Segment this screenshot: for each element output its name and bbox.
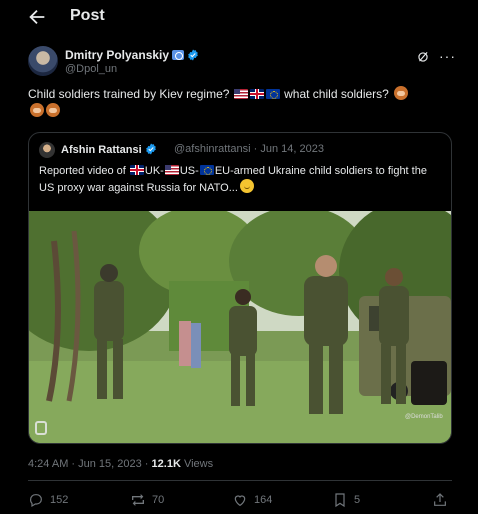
quoted-post-header: Afshin Rattansi @afshinrattansi · Jun 14… [39, 141, 443, 159]
post-timestamp[interactable]: 4:24 AM · Jun 15, 2023 [28, 458, 142, 470]
repost-count: 70 [152, 494, 165, 506]
share-icon [434, 493, 446, 506]
eu-flag-icon [199, 165, 214, 175]
quoted-handle-date: @afshinrattansi · Jun 14, 2023 [174, 143, 324, 155]
like-count: 164 [254, 494, 273, 506]
post-text-part2: what child soldiers? [284, 87, 389, 101]
quoted-avatar [39, 142, 55, 158]
uk-flag-icon [129, 165, 144, 175]
more-icon[interactable]: ··· [439, 48, 456, 64]
repost-icon [132, 494, 144, 506]
post: Dmitry Polyanskiy @Dpol_un ··· Child sol… [0, 34, 478, 514]
quoted-post[interactable]: Afshin Rattansi @afshinrattansi · Jun 14… [28, 132, 452, 444]
top-bar: Post [0, 0, 478, 34]
us-flag-icon [233, 89, 248, 99]
action-bar: 152 70 164 5 [28, 492, 452, 512]
eu-flag-icon [265, 89, 280, 99]
author-handle[interactable]: @Dpol_un [65, 63, 117, 75]
quoted-author-name: Afshin Rattansi [61, 144, 142, 156]
bookmark-count: 5 [354, 494, 361, 506]
author-name[interactable]: Dmitry Polyanskiy [65, 48, 169, 62]
post-meta: 4:24 AM · Jun 15, 2023 · 12.1K Views [28, 458, 214, 470]
post-text: Child soldiers trained by Kiev regime? w… [28, 86, 448, 120]
divider [28, 480, 452, 481]
see-no-evil-monkey-icon [46, 103, 60, 117]
thinking-face-icon [239, 179, 254, 193]
back-arrow-icon[interactable] [26, 6, 48, 28]
quoted-video[interactable]: @DemonTalib [29, 211, 451, 443]
verified-icon [188, 49, 198, 61]
reply-button[interactable]: 152 [28, 492, 68, 508]
quoted-text-part1: Reported video of [39, 165, 126, 177]
reply-icon [30, 494, 42, 508]
video-watermark: @DemonTalib [405, 414, 443, 420]
us-flag-icon [164, 165, 179, 175]
repost-button[interactable]: 70 [130, 492, 164, 508]
like-icon [234, 495, 246, 507]
author-row: Dmitry Polyanskiy @Dpol_un ··· [28, 44, 464, 78]
share-button[interactable] [432, 492, 448, 508]
page-title: Post [70, 7, 105, 24]
avatar[interactable] [28, 46, 58, 76]
un-flag-badge-icon [172, 50, 185, 60]
quoted-text-uk: UK- [144, 165, 164, 177]
views-label: Views [183, 458, 214, 470]
video-frame [29, 211, 451, 443]
grok-icon[interactable] [416, 50, 430, 64]
video-player-icon[interactable] [35, 421, 47, 435]
author-name-line[interactable]: Dmitry Polyanskiy [65, 48, 199, 62]
bookmark-icon [335, 493, 345, 508]
quoted-text: Reported video of UK- US- EU-armed Ukraine… [39, 163, 443, 196]
quoted-author-name-line: Afshin Rattansi [61, 143, 157, 156]
views-count: 12.1K [151, 458, 181, 470]
see-no-evil-monkey-icon [394, 86, 409, 100]
quoted-text-us: US- [179, 165, 199, 177]
verified-icon [145, 143, 156, 155]
uk-flag-icon [249, 89, 264, 99]
reply-count: 152 [50, 494, 69, 506]
like-button[interactable]: 164 [232, 492, 272, 508]
post-text-part1: Child soldiers trained by Kiev regime? [28, 87, 230, 101]
bookmark-button[interactable]: 5 [332, 492, 360, 508]
hear-no-evil-monkey-icon [30, 103, 44, 117]
